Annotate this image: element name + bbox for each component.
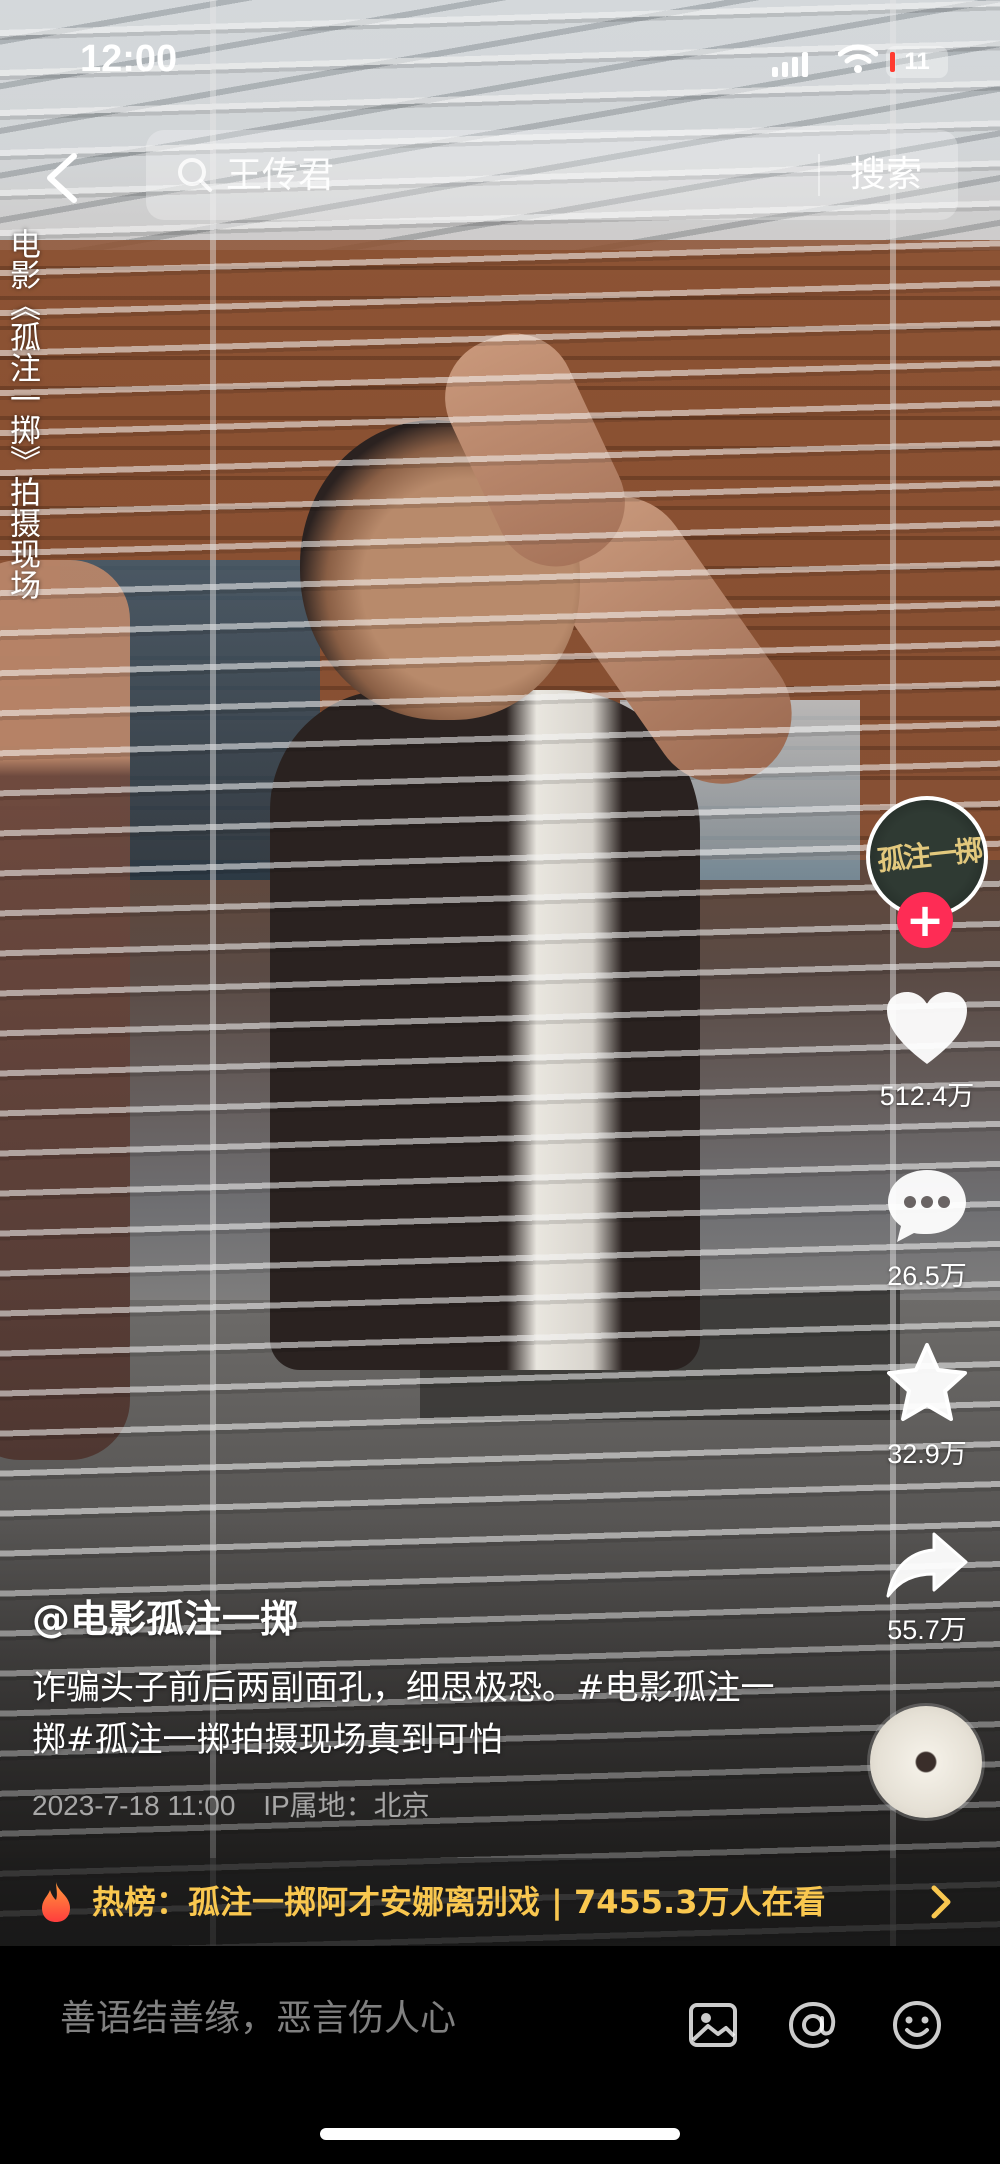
favorite-count: 32.9万 [887,1439,967,1469]
comment-button[interactable]: 26.5万 [866,1166,988,1293]
comment-bar [0,1946,1000,2164]
battery-level: 11 [904,48,930,75]
image-icon[interactable] [686,1998,740,2052]
emoji-icon[interactable] [890,1998,944,2052]
like-button[interactable]: 512.4万 [866,990,988,1113]
hot-list-banner[interactable]: 热榜：孤注一掷阿才安娜离别戏 | 7455.3万人在看 [0,1858,1000,1946]
comment-input[interactable] [60,1998,660,2039]
signal-icon [772,52,808,77]
search-input[interactable] [226,142,726,208]
at-icon[interactable] [786,1998,840,2052]
video-side-label: 电影《孤注一掷》拍摄现场 [4,228,40,600]
author-name[interactable]: @电影孤注一掷 [32,1588,298,1643]
avatar-text: 孤注一掷 [875,833,983,878]
back-icon[interactable] [38,150,88,206]
like-count: 512.4万 [879,1081,975,1111]
fire-icon [42,1882,70,1922]
follow-button[interactable]: + [897,892,953,948]
wifi-icon [838,44,878,73]
search-button[interactable]: 搜索 [850,148,922,202]
video-description: 诈骗头子前后两副面孔，细思极恐。#电影孤注一掷#孤注一掷拍摄现场真到可怕 [32,1668,775,1760]
share-button[interactable]: 55.7万 [866,1530,988,1647]
chevron-right-icon [931,1885,951,1919]
search-divider [818,154,820,196]
battery-indicator: 11 [886,46,948,78]
status-time: 12:00 [80,38,178,80]
status-bar: 12:00 11 [0,0,1000,120]
music-disc[interactable] [870,1706,982,1818]
share-count: 55.7万 [887,1615,967,1645]
hot-list-text: 热榜：孤注一掷阿才安娜离别戏 | 7455.3万人在看 [92,1883,826,1921]
search-icon [178,158,212,192]
star-icon [887,1343,967,1421]
comment-icon [888,1170,966,1242]
post-ip-location: IP属地：北京 [263,1790,430,1821]
video-player[interactable] [0,0,1000,1946]
share-icon [886,1532,968,1598]
favorite-button[interactable]: 32.9万 [866,1342,988,1471]
home-indicator[interactable] [320,2128,680,2140]
heart-icon [887,992,967,1064]
comment-count: 26.5万 [887,1261,967,1291]
post-date: 2023-7-18 11:00 [32,1790,236,1821]
search-bar[interactable]: 搜索 [146,130,958,220]
post-meta: 2023-7-18 11:00 IP属地：北京 [32,1784,430,1824]
